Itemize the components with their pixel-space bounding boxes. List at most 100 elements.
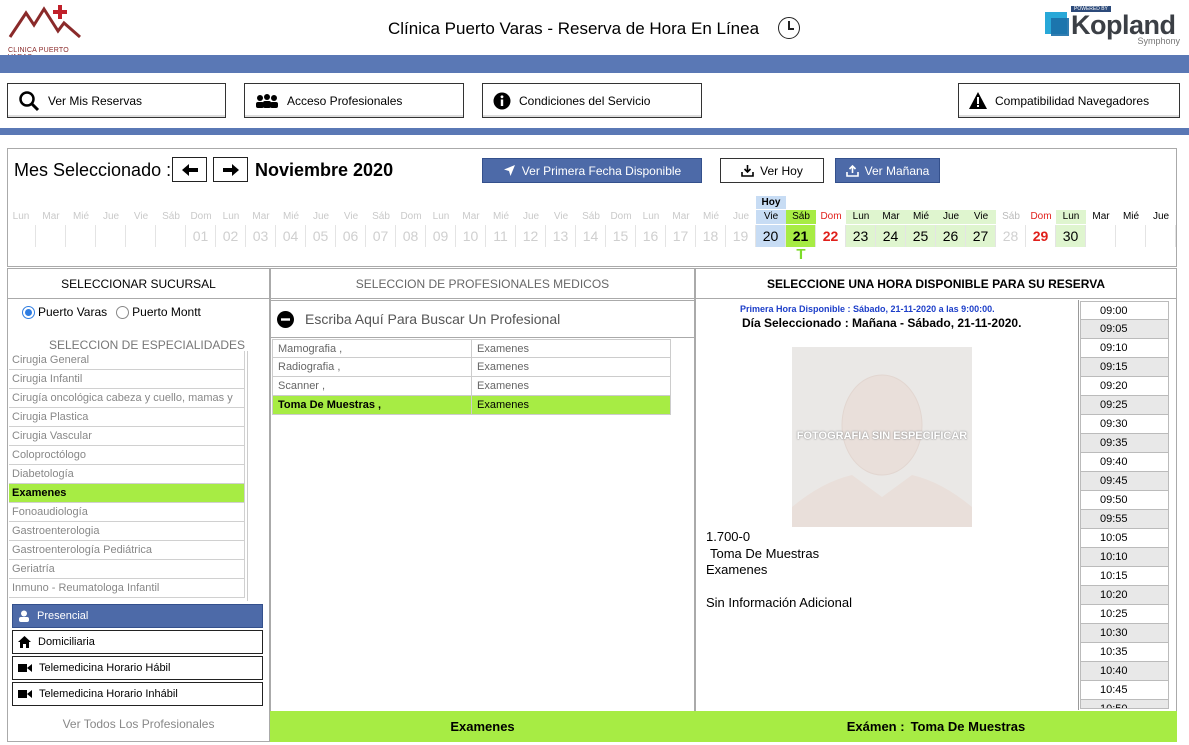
specialty-item[interactable]: Cirugia Plastica bbox=[9, 408, 245, 427]
month-label: Mes Seleccionado : bbox=[14, 160, 172, 180]
time-slot[interactable]: 10:45 bbox=[1080, 681, 1169, 700]
my-bookings-button[interactable]: Ver Mis Reservas bbox=[7, 83, 226, 118]
service-conditions-button[interactable]: Condiciones del Servicio bbox=[482, 83, 702, 118]
calendar-day: 15 bbox=[606, 225, 636, 247]
prev-month-button[interactable] bbox=[172, 157, 207, 182]
specialty-item[interactable]: Cirugía oncológica cabeza y cuello, mama… bbox=[9, 389, 245, 408]
calendar-day: 17 bbox=[666, 225, 696, 247]
time-slot[interactable]: 09:50 bbox=[1080, 491, 1169, 510]
specialty-item[interactable]: Cirugia Vascular bbox=[9, 427, 245, 446]
time-slot[interactable]: 10:40 bbox=[1080, 662, 1169, 681]
mode-button[interactable]: Telemedicina Horario Hábil bbox=[12, 656, 263, 680]
calendar-day: 18 bbox=[696, 225, 726, 247]
today-label: Ver Hoy bbox=[760, 163, 803, 178]
time-slot[interactable]: 09:35 bbox=[1080, 434, 1169, 453]
header-band bbox=[0, 55, 1189, 73]
calendar-day[interactable]: 20 bbox=[756, 225, 786, 247]
specialty-item[interactable]: Diabetología bbox=[9, 465, 245, 484]
time-slot[interactable]: 10:10 bbox=[1080, 548, 1169, 567]
calendar-day[interactable]: 30 bbox=[1056, 225, 1086, 247]
schedule-footer-value: Toma De Muestras bbox=[910, 719, 1026, 734]
professionals-header-label: SELECCION DE PROFESIONALES MEDICOS bbox=[355, 276, 610, 291]
time-slot[interactable]: 10:30 bbox=[1080, 624, 1169, 643]
calendar-day[interactable]: 25 bbox=[906, 225, 936, 247]
time-slot[interactable]: 10:50 bbox=[1080, 700, 1169, 709]
calendar-weekday: Lun bbox=[1056, 210, 1086, 224]
calendar-day bbox=[96, 225, 126, 247]
professional-row[interactable]: Mamografia , Examenes bbox=[272, 339, 671, 358]
schedule-header-label: SELECCIONE UNA HORA DISPONIBLE PARA SU R… bbox=[766, 276, 1106, 291]
time-slot[interactable]: 09:45 bbox=[1080, 472, 1169, 491]
professionals-footer: Examenes bbox=[270, 711, 695, 742]
calendar-weekday: Mié bbox=[1122, 211, 1140, 222]
tomorrow-button[interactable]: Ver Mañana bbox=[835, 158, 940, 183]
calendar-weekday: Mar bbox=[42, 211, 60, 222]
schedule-header: SELECCIONE UNA HORA DISPONIBLE PARA SU R… bbox=[695, 268, 1177, 299]
specialty-item[interactable]: Inmuno - Reumatologa Infantil bbox=[9, 579, 245, 598]
time-slot[interactable]: 09:25 bbox=[1080, 396, 1169, 415]
professional-name-cell: Radiografia , bbox=[272, 358, 472, 377]
time-slot[interactable]: 09:05 bbox=[1080, 320, 1169, 339]
calendar-weekday: Mié bbox=[492, 211, 510, 222]
time-slot[interactable]: 09:10 bbox=[1080, 339, 1169, 358]
specialty-item[interactable]: Geriatría bbox=[9, 560, 245, 579]
specialty-item[interactable]: Cirugia General bbox=[9, 351, 245, 370]
specialty-item[interactable]: Examenes bbox=[9, 484, 245, 503]
professional-row[interactable]: Scanner , Examenes bbox=[272, 377, 671, 396]
calendar-weekday: Vie bbox=[343, 211, 359, 222]
specialty-item[interactable]: Gastroenterología Pediátrica bbox=[9, 541, 245, 560]
calendar-day[interactable]: 26 bbox=[936, 225, 966, 247]
calendar-day: 16 bbox=[636, 225, 666, 247]
branch-radio-puerto-montt[interactable] bbox=[116, 305, 130, 319]
time-slot[interactable]: 10:35 bbox=[1080, 643, 1169, 662]
calendar-day[interactable]: 24 bbox=[876, 225, 906, 247]
time-slot[interactable]: 10:15 bbox=[1080, 567, 1169, 586]
time-slot[interactable]: 10:25 bbox=[1080, 605, 1169, 624]
calendar-day[interactable]: 21 bbox=[786, 225, 816, 247]
calendar-day[interactable]: 23 bbox=[846, 225, 876, 247]
professional-search[interactable]: Escriba Aquí Para Buscar Un Profesional bbox=[270, 300, 695, 338]
calendar-weekday: Lun bbox=[846, 210, 876, 224]
specialty-item[interactable]: Coloproctólogo bbox=[9, 446, 245, 465]
person-icon bbox=[18, 610, 30, 622]
users-icon bbox=[256, 93, 278, 108]
mode-button[interactable]: Domiciliaria bbox=[12, 630, 263, 654]
calendar-weekday: Mié bbox=[282, 211, 300, 222]
calendar-day bbox=[36, 225, 66, 247]
time-slot[interactable]: 10:20 bbox=[1080, 586, 1169, 605]
first-available-button[interactable]: Ver Primera Fecha Disponible bbox=[482, 158, 702, 183]
professional-search-input[interactable]: Escriba Aquí Para Buscar Un Profesional bbox=[305, 311, 560, 327]
browser-compat-label: Compatibilidad Navegadores bbox=[995, 93, 1150, 108]
time-slot[interactable]: 09:40 bbox=[1080, 453, 1169, 472]
next-month-button[interactable] bbox=[213, 157, 248, 182]
professional-photo: FOTOGRAFIA SIN ESPECIFICAR bbox=[792, 347, 972, 527]
clinic-logo: CLINICA PUERTO VARAS bbox=[6, 3, 84, 61]
calendar-day bbox=[156, 225, 186, 247]
browser-compat-button[interactable]: Compatibilidad Navegadores bbox=[958, 83, 1180, 118]
video-icon bbox=[18, 663, 32, 673]
branch-radio-puerto-varas[interactable] bbox=[22, 305, 35, 319]
time-slot[interactable]: 10:05 bbox=[1080, 529, 1169, 548]
specialty-item[interactable]: Fonoaudiología bbox=[9, 503, 245, 522]
calendar-day: 08 bbox=[396, 225, 426, 247]
professional-row[interactable]: Radiografia , Examenes bbox=[272, 358, 671, 377]
time-slot[interactable]: 09:15 bbox=[1080, 358, 1169, 377]
calendar-weekday: Mié bbox=[72, 211, 90, 222]
calendar-weekday: Lun bbox=[222, 211, 240, 222]
time-slot[interactable]: 09:30 bbox=[1080, 415, 1169, 434]
calendar-weekday: Jue bbox=[732, 211, 750, 222]
specialty-item[interactable]: Gastroenterologia bbox=[9, 522, 245, 541]
view-all-professionals-link[interactable]: Ver Todos Los Profesionales bbox=[7, 710, 270, 741]
time-slot[interactable]: 09:20 bbox=[1080, 377, 1169, 396]
professionals-access-button[interactable]: Acceso Profesionales bbox=[244, 83, 464, 118]
professional-row[interactable]: Toma De Muestras , Examenes bbox=[272, 396, 671, 415]
today-button[interactable]: Ver Hoy bbox=[720, 158, 824, 183]
arrow-right-icon bbox=[222, 163, 239, 176]
specialty-item[interactable]: Cirugia Infantil bbox=[9, 370, 245, 389]
mode-button[interactable]: Telemedicina Horario Inhábil bbox=[12, 682, 263, 706]
toolbar-band bbox=[0, 128, 1189, 135]
time-slot[interactable]: 09:00 bbox=[1080, 301, 1169, 320]
time-slot[interactable]: 09:55 bbox=[1080, 510, 1169, 529]
mode-button[interactable]: Presencial bbox=[12, 604, 263, 628]
calendar-day[interactable]: 27 bbox=[966, 225, 996, 247]
